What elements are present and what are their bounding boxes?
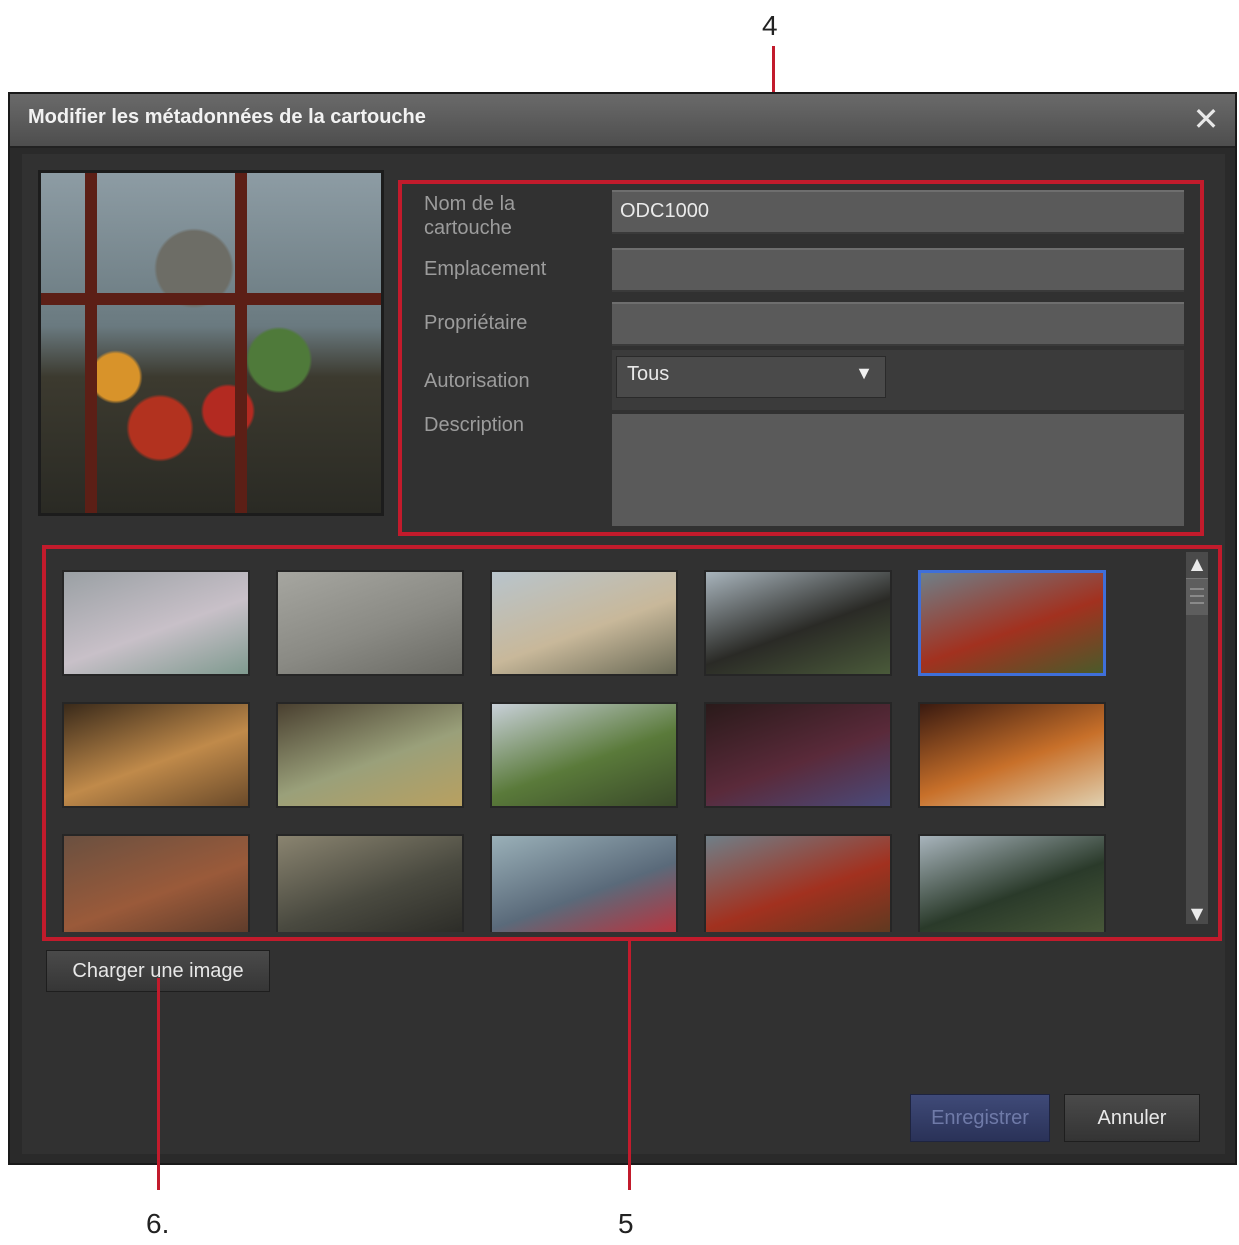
callout-number-5: 5 (618, 1208, 634, 1239)
callout-box-4 (398, 180, 1204, 536)
callout-number-6: 6. (146, 1208, 170, 1239)
callout-box-5 (42, 545, 1222, 941)
selected-thumbnail-preview (38, 170, 384, 516)
callout-line-6 (157, 978, 160, 1190)
cancel-button[interactable]: Annuler (1064, 1094, 1200, 1142)
close-icon[interactable]: ✕ (1189, 102, 1223, 136)
callout-line-5 (628, 940, 631, 1190)
save-button[interactable]: Enregistrer (910, 1094, 1050, 1142)
dialog-title: Modifier les métadonnées de la cartouche (28, 106, 426, 128)
callout-number-4: 4 (762, 10, 778, 41)
title-bar: Modifier les métadonnées de la cartouche… (10, 94, 1235, 148)
